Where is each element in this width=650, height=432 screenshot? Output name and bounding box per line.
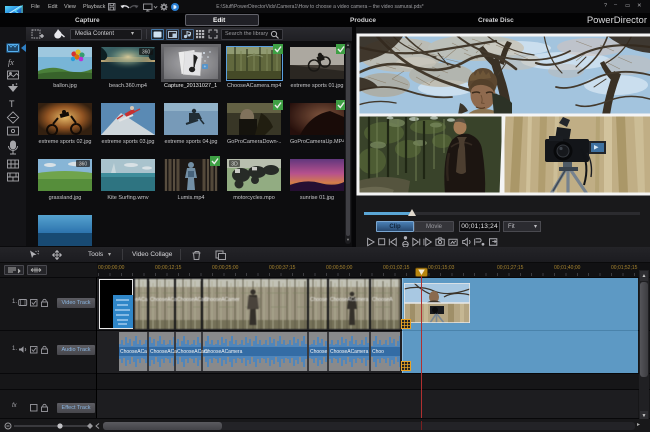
svg-text:+: + — [204, 64, 207, 69]
svg-text:ChooseACa: ChooseACa — [150, 349, 177, 355]
svg-text:ChooseA: ChooseA — [372, 297, 393, 303]
svg-text:ChooseACamera: ChooseACamera — [330, 349, 369, 355]
svg-text:ChooseACamera: ChooseACamera — [204, 349, 243, 355]
svg-text:eACa: eACa — [135, 297, 148, 303]
svg-text:ChooseACa: ChooseACa — [120, 349, 147, 355]
svg-text:Choose: Choose — [310, 297, 327, 303]
svg-text:Choo: Choo — [372, 349, 384, 355]
svg-text:T: T — [9, 99, 15, 109]
svg-text:ChooseACamera: ChooseACamera — [330, 297, 369, 303]
svg-text:ChooseACa: ChooseACa — [150, 297, 177, 303]
svg-text:360: 360 — [79, 162, 88, 168]
svg-text:fx: fx — [8, 58, 14, 67]
svg-text:3D: 3D — [231, 162, 238, 168]
svg-text:ChooseACamer: ChooseACamer — [204, 297, 240, 303]
svg-text:360: 360 — [142, 50, 151, 56]
svg-text:Choose: Choose — [310, 349, 327, 355]
